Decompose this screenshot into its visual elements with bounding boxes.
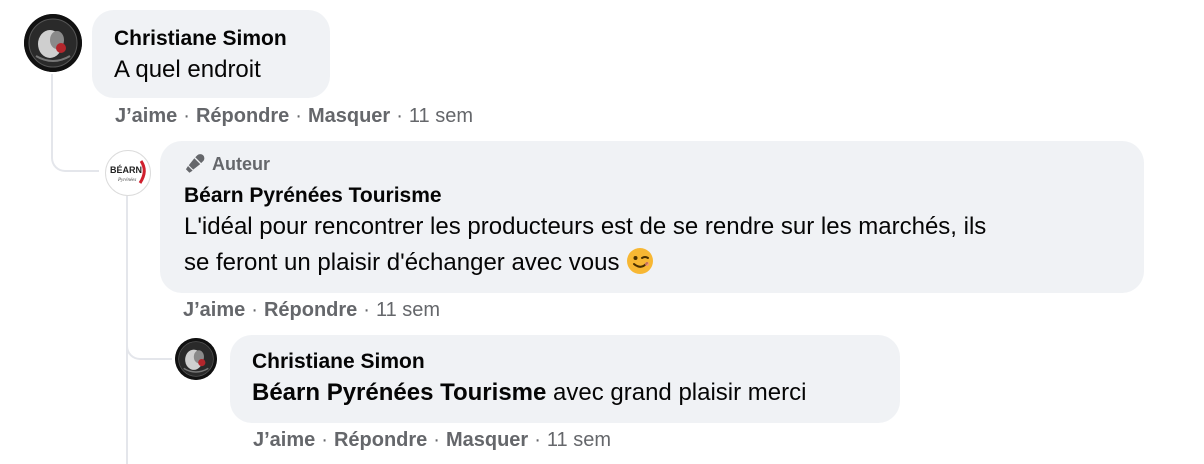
profile-photo-icon — [175, 338, 217, 380]
comment-actions: J’aime · Répondre · Masquer · 11 sem — [253, 429, 611, 452]
comment-bubble: Christiane Simon Béarn Pyrénées Tourisme… — [230, 335, 900, 423]
comment-bubble: Christiane Simon A quel endroit — [92, 10, 330, 98]
like-button[interactable]: J’aime — [183, 299, 245, 321]
comment-actions: J’aime · Répondre · Masquer · 11 sem — [115, 105, 473, 128]
separator: · — [251, 299, 258, 321]
mention-link[interactable]: Béarn Pyrénées Tourisme — [252, 379, 546, 406]
comment-author[interactable]: Béarn Pyrénées Tourisme — [184, 183, 1120, 209]
separator: · — [433, 429, 440, 451]
comment-text: Béarn Pyrénées Tourisme avec grand plais… — [252, 375, 878, 411]
avatar[interactable] — [175, 338, 217, 380]
reply-button[interactable]: Répondre — [196, 105, 289, 127]
logo-subtext: Pyrénées — [117, 178, 136, 183]
avatar[interactable] — [24, 14, 82, 72]
profile-photo-icon — [24, 14, 82, 72]
reply-button[interactable]: Répondre — [334, 429, 427, 451]
separator: · — [183, 105, 190, 127]
timestamp[interactable]: 11 sem — [547, 429, 611, 451]
author-badge: Auteur — [184, 153, 1120, 175]
bearn-logo-icon: BÉARN Pyrénées — [110, 160, 146, 184]
comment-author[interactable]: Christiane Simon — [114, 26, 308, 52]
comment-bubble: Auteur Béarn Pyrénées Tourisme L'idéal p… — [160, 141, 1144, 293]
timestamp[interactable]: 11 sem — [376, 299, 440, 321]
hide-button[interactable]: Masquer — [308, 105, 390, 127]
separator: · — [295, 105, 302, 127]
comment-text: L'idéal pour rencontrer les producteurs … — [184, 209, 1120, 281]
microphone-icon — [185, 154, 205, 173]
thread-connector-2 — [126, 330, 172, 360]
like-button[interactable]: J’aime — [115, 105, 177, 127]
timestamp[interactable]: 11 sem — [409, 105, 473, 127]
comment-author[interactable]: Christiane Simon — [252, 349, 878, 375]
winking-face-icon — [627, 248, 654, 274]
comment-actions: J’aime · Répondre · 11 sem — [183, 299, 440, 322]
thread-connector-1 — [51, 140, 99, 172]
author-badge-label: Auteur — [212, 153, 270, 174]
comment-text-line: L'idéal pour rencontrer les producteurs … — [184, 213, 987, 240]
logo-text: BÉARN — [110, 165, 142, 175]
separator: · — [534, 429, 541, 451]
comment-text-fragment: se feront un plaisir d'échanger avec vou… — [184, 249, 620, 276]
separator: · — [363, 299, 370, 321]
like-button[interactable]: J’aime — [253, 429, 315, 451]
separator: · — [396, 105, 403, 127]
comment-text-line: se feront un plaisir d'échanger avec vou… — [184, 245, 1120, 281]
reply-button[interactable]: Répondre — [264, 299, 357, 321]
page-avatar[interactable]: BÉARN Pyrénées — [105, 150, 151, 196]
hide-button[interactable]: Masquer — [446, 429, 528, 451]
separator: · — [321, 429, 328, 451]
comment-text-fragment: avec grand plaisir merci — [546, 379, 807, 406]
comment-text: A quel endroit — [114, 56, 261, 83]
